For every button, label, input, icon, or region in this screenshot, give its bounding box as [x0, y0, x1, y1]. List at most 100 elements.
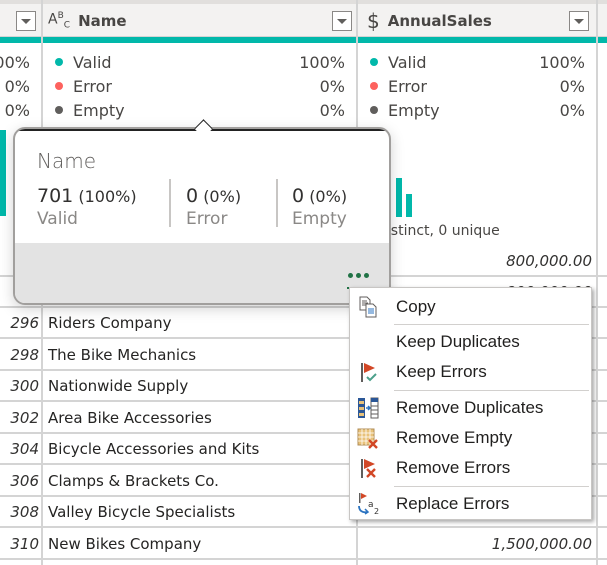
empty-label: Empty: [73, 100, 125, 120]
empty-label: Empty: [388, 100, 440, 120]
name-column-quality: Valid 100% Error 0% Empty 0%: [55, 50, 345, 122]
more-options-button[interactable]: [347, 269, 369, 289]
annualsales-cell[interactable]: 800,000.00: [506, 252, 592, 270]
valid-label: Valid: [388, 52, 427, 72]
distribution-bar[interactable]: [406, 194, 412, 217]
annualsales-filter-dropdown[interactable]: [569, 11, 589, 31]
name-cell[interactable]: Nationwide Supply: [48, 377, 188, 395]
remove-errors-icon: [361, 459, 376, 478]
menu-separator: [394, 486, 589, 487]
menu-item-label: Remove Errors: [396, 458, 511, 477]
stat-count: 0: [186, 185, 199, 207]
name-filter-dropdown[interactable]: [332, 11, 352, 31]
name-cell[interactable]: Valley Bicycle Specialists: [48, 503, 235, 521]
name-cell[interactable]: Area Bike Accessories: [48, 409, 212, 427]
stat-label: Empty: [292, 209, 347, 229]
more-dot: [356, 273, 361, 278]
stat-count: 0: [292, 185, 305, 207]
row-index-cell[interactable]: 310: [10, 535, 39, 553]
svg-text:2: 2: [374, 507, 379, 516]
menu-separator: [394, 390, 589, 391]
menu-item-keep-errors[interactable]: Keep Errors: [350, 357, 591, 387]
error-dot: [55, 82, 63, 90]
more-dot: [364, 273, 369, 278]
tooltip-footer: [15, 243, 389, 303]
error-dot: [370, 82, 378, 90]
menu-item-remove-empty[interactable]: Remove Empty: [350, 423, 591, 453]
column-header-name[interactable]: ABC Name: [48, 4, 127, 37]
currency-type-icon[interactable]: $: [367, 9, 380, 33]
stat-pct: (0%): [203, 187, 242, 206]
column-0-quality: 100% 0% 0%: [0, 50, 30, 122]
more-dot: [348, 273, 353, 278]
stat-count: 701: [37, 185, 74, 207]
menu-item-label: Keep Duplicates: [396, 332, 520, 351]
menu-item-remove-errors[interactable]: Remove Errors: [350, 453, 591, 483]
valid-dot: [370, 58, 378, 66]
empty-pct: 0%: [559, 100, 585, 120]
error-label: Error: [73, 76, 112, 96]
stat-pct: (100%): [78, 187, 137, 206]
row-index-cell[interactable]: 298: [10, 346, 39, 364]
name-cell[interactable]: Riders Company: [48, 314, 171, 332]
column-quality-tooltip: Name 701 (100%) Valid 0 (0%) Error 0 (0%…: [13, 119, 391, 305]
distinct-count-text: listinct, 0 unique: [383, 223, 500, 239]
remove-duplicates-icon: [358, 397, 379, 419]
text-type-icon[interactable]: ABC: [48, 11, 70, 30]
valid-pct: 100%: [299, 52, 345, 72]
column-0-filter-dropdown[interactable]: [16, 11, 36, 31]
menu-item-remove-duplicates[interactable]: Remove Duplicates: [350, 393, 591, 423]
annualsales-column-quality: Valid 100% Error 0% Empty 0%: [370, 50, 585, 122]
row-index-cell[interactable]: 296: [10, 314, 39, 332]
remove-empty-icon: [357, 428, 378, 449]
distribution-bar[interactable]: [0, 130, 6, 216]
context-menu: Copy Keep Duplicates Keep Errors Remove …: [349, 287, 592, 520]
valid-pct: 100%: [539, 52, 585, 72]
menu-item-label: Replace Errors: [396, 494, 510, 513]
stat-label: Valid: [37, 209, 78, 229]
row-index-cell[interactable]: 308: [10, 503, 39, 521]
empty-pct: 0%: [4, 100, 30, 120]
valid-pct: 100%: [0, 52, 30, 72]
name-cell[interactable]: The Bike Mechanics: [48, 346, 196, 364]
row-index-cell[interactable]: 302: [10, 409, 39, 427]
column-title: AnnualSales: [387, 11, 492, 30]
row-index-cell[interactable]: 306: [10, 472, 39, 490]
keep-errors-icon: [361, 363, 377, 382]
tooltip-stat-valid: 701 (100%) Valid: [37, 185, 137, 229]
error-pct: 0%: [559, 76, 585, 96]
annualsales-distribution: [385, 143, 425, 217]
valid-dot: [55, 58, 63, 66]
row-index-cell[interactable]: 300: [10, 377, 39, 395]
name-cell[interactable]: Bicycle Accessories and Kits: [48, 440, 259, 458]
menu-item-label: Remove Empty: [396, 428, 513, 447]
annualsales-cell[interactable]: 1,500,000.00: [492, 535, 592, 553]
table-row[interactable]: 310 New Bikes Company 1,500,000.00: [0, 529, 607, 560]
menu-item-label: Copy: [396, 297, 436, 316]
menu-item-label: Remove Duplicates: [396, 398, 544, 417]
row-index-cell[interactable]: 304: [10, 440, 39, 458]
empty-dot: [55, 106, 63, 114]
empty-pct: 0%: [319, 100, 345, 120]
menu-separator: [394, 324, 589, 325]
name-cell[interactable]: New Bikes Company: [48, 535, 201, 553]
column-title: Name: [78, 11, 127, 30]
menu-item-keep-duplicates[interactable]: Keep Duplicates: [350, 327, 591, 357]
copy-icon: [359, 296, 377, 318]
svg-text:a: a: [368, 500, 374, 510]
stat-separator: [276, 179, 278, 227]
name-cell[interactable]: Clamps & Brackets Co.: [48, 472, 219, 490]
tooltip-title: Name: [37, 149, 97, 173]
stat-separator: [169, 179, 171, 227]
error-label: Error: [388, 76, 427, 96]
replace-errors-icon: a 2: [358, 493, 379, 516]
menu-item-copy[interactable]: Copy: [350, 292, 591, 322]
menu-item-replace-errors[interactable]: a 2 Replace Errors: [350, 489, 591, 519]
distribution-bar[interactable]: [396, 178, 402, 217]
stat-label: Error: [186, 209, 228, 229]
column-header-annualsales[interactable]: $ AnnualSales: [367, 4, 492, 37]
tooltip-stat-empty: 0 (0%) Empty: [292, 185, 347, 229]
empty-dot: [370, 106, 378, 114]
valid-label: Valid: [73, 52, 112, 72]
stat-pct: (0%): [309, 187, 348, 206]
